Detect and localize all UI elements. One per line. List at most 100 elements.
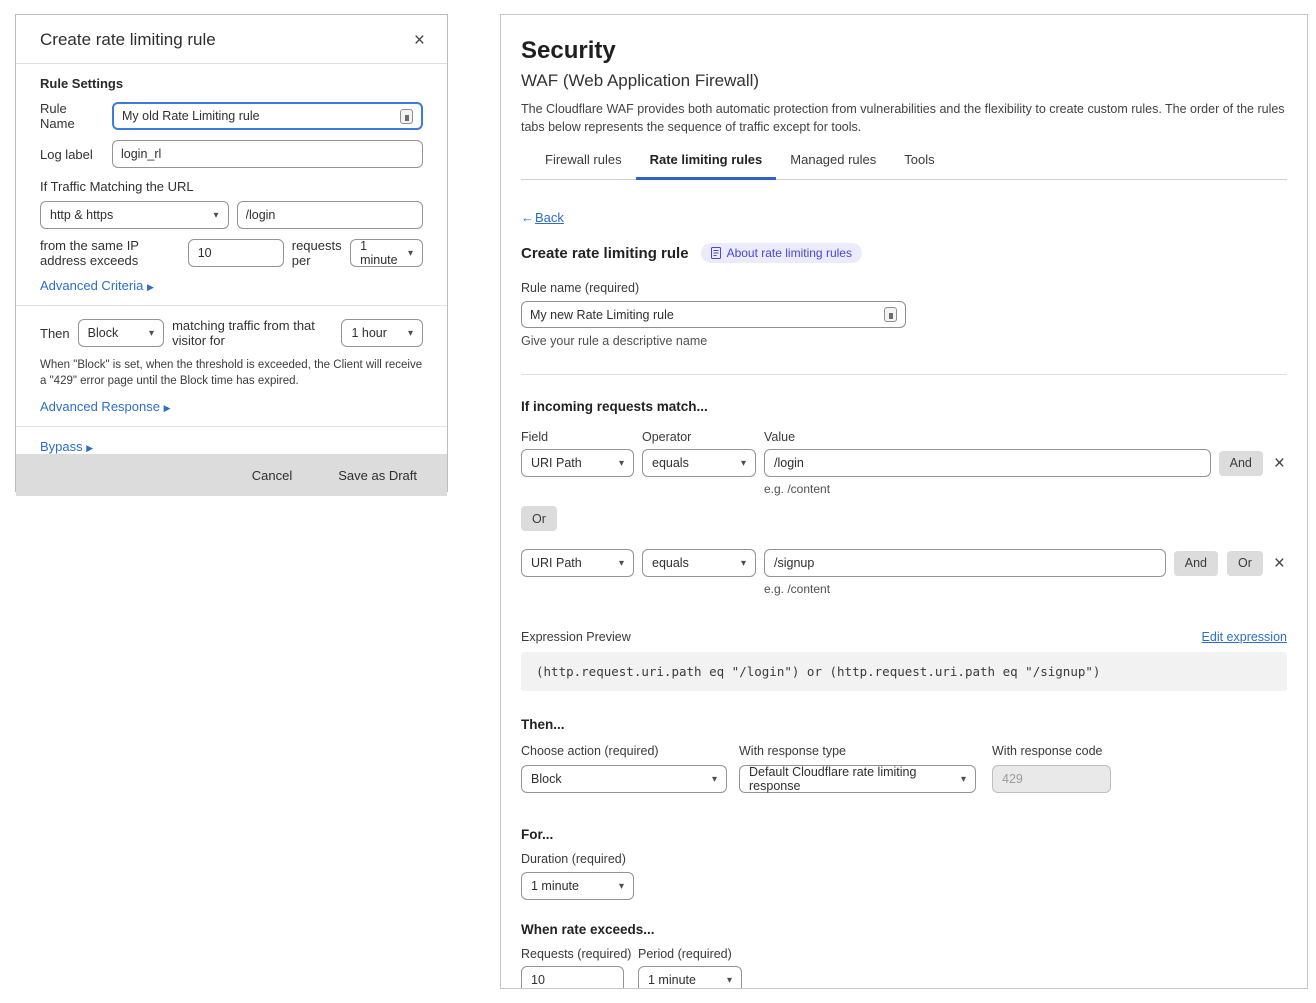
divider xyxy=(16,305,447,306)
then-label: Then xyxy=(40,326,70,341)
chevron-down-icon: ▾ xyxy=(727,975,732,986)
action-select[interactable]: Block ▾ xyxy=(521,765,727,793)
exceeds-text: from the same IP address exceeds xyxy=(40,238,180,268)
for-heading: For... xyxy=(521,827,1287,842)
or-button[interactable]: Or xyxy=(521,506,557,531)
modal-footer: Cancel Save as Draft xyxy=(16,454,447,496)
tab-tools[interactable]: Tools xyxy=(890,152,948,179)
period-label: Period (required) xyxy=(638,947,732,961)
log-label-label: Log label xyxy=(40,147,104,162)
edit-expression-link[interactable]: Edit expression xyxy=(1202,630,1287,644)
tab-firewall-rules[interactable]: Firewall rules xyxy=(531,152,636,179)
modal-header: Create rate limiting rule × xyxy=(16,15,447,64)
back-link[interactable]: ←Back xyxy=(521,210,564,225)
and-button[interactable]: And xyxy=(1174,551,1218,576)
create-rate-limit-modal: Create rate limiting rule × Rule Setting… xyxy=(15,14,448,492)
requests-input[interactable] xyxy=(188,239,284,267)
autofill-icon[interactable] xyxy=(884,307,897,322)
remove-condition-icon[interactable]: × xyxy=(1272,554,1287,573)
expand-right-icon: ▶ xyxy=(86,443,93,453)
rule-name-field[interactable] xyxy=(521,301,906,328)
advanced-criteria-link[interactable]: Advanced Criteria ▶ xyxy=(40,278,154,293)
duration-select[interactable]: 1 minute ▾ xyxy=(521,872,634,900)
and-button[interactable]: And xyxy=(1219,451,1263,476)
action-select[interactable]: Block ▾ xyxy=(78,319,164,347)
response-code-input xyxy=(992,765,1111,793)
expand-right-icon: ▶ xyxy=(164,403,171,413)
value-hint: e.g. /content xyxy=(764,582,1287,596)
url-input[interactable] xyxy=(246,208,415,222)
block-duration-select[interactable]: 1 hour ▾ xyxy=(341,319,423,347)
then-heading: Then... xyxy=(521,717,1287,732)
document-icon xyxy=(711,247,721,259)
about-rate-limiting-badge[interactable]: About rate limiting rules xyxy=(701,243,862,263)
condition-row: URI Path ▾ equals ▾ And Or × xyxy=(521,549,1287,577)
chevron-down-icon: ▾ xyxy=(619,558,624,569)
modal-body: Rule Settings Rule Name Log label If Tra… xyxy=(16,64,447,454)
operator-select[interactable]: equals ▾ xyxy=(642,549,756,577)
autofill-icon[interactable] xyxy=(400,109,413,124)
value-input[interactable] xyxy=(764,449,1211,477)
chevron-down-icon: ▾ xyxy=(149,328,154,339)
operator-select[interactable]: equals ▾ xyxy=(642,449,756,477)
rule-name-label: Rule name (required) xyxy=(521,281,1287,295)
or-button[interactable]: Or xyxy=(1227,551,1263,576)
back-arrow-icon: ← xyxy=(521,210,534,225)
log-label-field[interactable] xyxy=(112,140,423,168)
expression-preview-label: Expression Preview xyxy=(521,630,631,644)
match-heading: If incoming requests match... xyxy=(521,399,1287,414)
condition-column-labels: Field Operator Value xyxy=(521,430,1287,444)
value-hint: e.g. /content xyxy=(764,482,1287,496)
value-column-label: Value xyxy=(764,430,795,444)
chevron-down-icon: ▾ xyxy=(408,328,413,339)
remove-condition-icon[interactable]: × xyxy=(1272,454,1287,473)
page-title: Security xyxy=(521,37,1287,65)
tab-managed-rules[interactable]: Managed rules xyxy=(776,152,890,179)
cancel-button[interactable]: Cancel xyxy=(252,468,292,483)
chevron-down-icon: ▾ xyxy=(619,881,624,892)
close-icon[interactable]: × xyxy=(412,31,427,50)
divider xyxy=(16,426,447,427)
operator-column-label: Operator xyxy=(642,430,764,444)
requests-label: Requests (required) xyxy=(521,947,638,961)
condition-row: URI Path ▾ equals ▾ And × xyxy=(521,449,1287,477)
chevron-down-icon: ▾ xyxy=(741,458,746,469)
period-select[interactable]: 1 minute ▾ xyxy=(638,966,742,989)
chevron-down-icon: ▾ xyxy=(712,774,717,785)
then-middle-text: matching traffic from that visitor for xyxy=(172,318,333,348)
traffic-match-heading: If Traffic Matching the URL xyxy=(40,179,423,194)
response-type-select[interactable]: Default Cloudflare rate limiting respons… xyxy=(739,765,976,793)
response-type-label: With response type xyxy=(739,744,976,758)
security-waf-panel: Security WAF (Web Application Firewall) … xyxy=(500,14,1308,989)
rate-heading: When rate exceeds... xyxy=(521,922,1287,937)
divider xyxy=(521,374,1287,375)
field-select[interactable]: URI Path ▾ xyxy=(521,449,634,477)
create-rule-heading: Create rate limiting rule xyxy=(521,245,689,262)
field-select[interactable]: URI Path ▾ xyxy=(521,549,634,577)
period-select[interactable]: 1 minute ▾ xyxy=(350,239,423,267)
value-input[interactable] xyxy=(764,549,1166,577)
advanced-response-link[interactable]: Advanced Response ▶ xyxy=(40,399,171,414)
save-as-draft-button[interactable]: Save as Draft xyxy=(338,468,417,483)
requests-input[interactable] xyxy=(521,966,624,989)
page-description: The Cloudflare WAF provides both automat… xyxy=(521,101,1287,136)
log-label-input[interactable] xyxy=(121,147,414,161)
rule-name-field[interactable] xyxy=(112,102,423,130)
url-field[interactable] xyxy=(237,201,424,229)
bypass-link[interactable]: Bypass ▶ xyxy=(40,439,93,454)
chevron-down-icon: ▾ xyxy=(741,558,746,569)
response-code-label: With response code xyxy=(992,744,1111,758)
duration-label: Duration (required) xyxy=(521,852,1287,866)
action-label: Choose action (required) xyxy=(521,744,727,758)
rule-name-input[interactable] xyxy=(122,109,394,123)
rule-name-input[interactable] xyxy=(530,308,878,322)
expand-right-icon: ▶ xyxy=(147,282,154,292)
chevron-down-icon: ▾ xyxy=(213,210,218,221)
scheme-select[interactable]: http & https ▾ xyxy=(40,201,229,229)
page-subtitle: WAF (Web Application Firewall) xyxy=(521,71,1287,91)
chevron-down-icon: ▾ xyxy=(619,458,624,469)
tab-rate-limiting-rules[interactable]: Rate limiting rules xyxy=(636,152,777,180)
chevron-down-icon: ▾ xyxy=(408,248,413,259)
rule-settings-heading: Rule Settings xyxy=(40,76,423,91)
modal-title: Create rate limiting rule xyxy=(40,30,216,50)
